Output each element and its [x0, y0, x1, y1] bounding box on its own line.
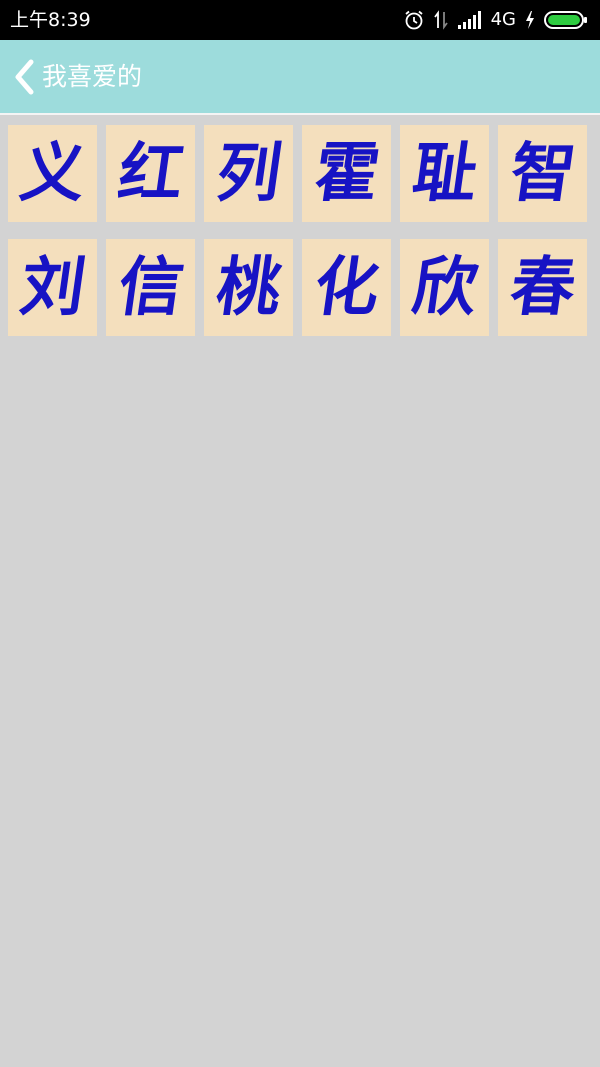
character-glyph: 春 — [505, 249, 580, 325]
character-tile[interactable]: 霍 — [302, 125, 391, 222]
signal-icon — [457, 10, 483, 30]
character-glyph: 桃 — [211, 249, 286, 325]
character-tile[interactable]: 智 — [498, 125, 587, 222]
character-glyph: 欣 — [407, 249, 482, 325]
character-tile[interactable]: 刘 — [8, 239, 97, 336]
character-glyph: 列 — [211, 135, 286, 211]
status-bar: 上午8:39 4G — [0, 0, 600, 40]
favorites-row: 义 红 列 霍 耻 智 — [8, 125, 592, 222]
character-glyph: 信 — [113, 249, 188, 325]
favorites-grid: 义 红 列 霍 耻 智 刘 信 桃 化 欣 春 — [8, 125, 592, 353]
favorites-row: 刘 信 桃 化 欣 春 — [8, 239, 592, 336]
character-tile[interactable]: 耻 — [400, 125, 489, 222]
character-tile[interactable]: 义 — [8, 125, 97, 222]
character-tile[interactable]: 桃 — [204, 239, 293, 336]
app-bar: 我喜爱的 — [0, 40, 600, 115]
page-title: 我喜爱的 — [42, 61, 143, 91]
character-glyph: 智 — [505, 135, 580, 211]
character-glyph: 耻 — [407, 135, 482, 211]
character-glyph: 化 — [309, 249, 384, 325]
chevron-left-icon[interactable] — [14, 59, 36, 95]
back-button[interactable]: 我喜爱的 — [14, 40, 142, 113]
network-type: 4G — [490, 9, 516, 30]
character-glyph: 义 — [15, 135, 90, 211]
character-tile[interactable]: 列 — [204, 125, 293, 222]
character-tile[interactable]: 欣 — [400, 239, 489, 336]
battery-icon — [544, 10, 588, 30]
data-transfer-icon — [433, 9, 449, 31]
status-icons: 4G — [403, 8, 588, 32]
character-glyph: 红 — [113, 135, 188, 211]
status-time: 上午8:39 — [10, 9, 91, 31]
character-tile[interactable]: 春 — [498, 239, 587, 336]
alarm-icon — [403, 9, 425, 31]
character-glyph: 刘 — [15, 249, 90, 325]
character-tile[interactable]: 信 — [106, 239, 195, 336]
character-tile[interactable]: 红 — [106, 125, 195, 222]
character-glyph: 霍 — [309, 135, 384, 211]
character-tile[interactable]: 化 — [302, 239, 391, 336]
charging-icon — [524, 10, 536, 30]
